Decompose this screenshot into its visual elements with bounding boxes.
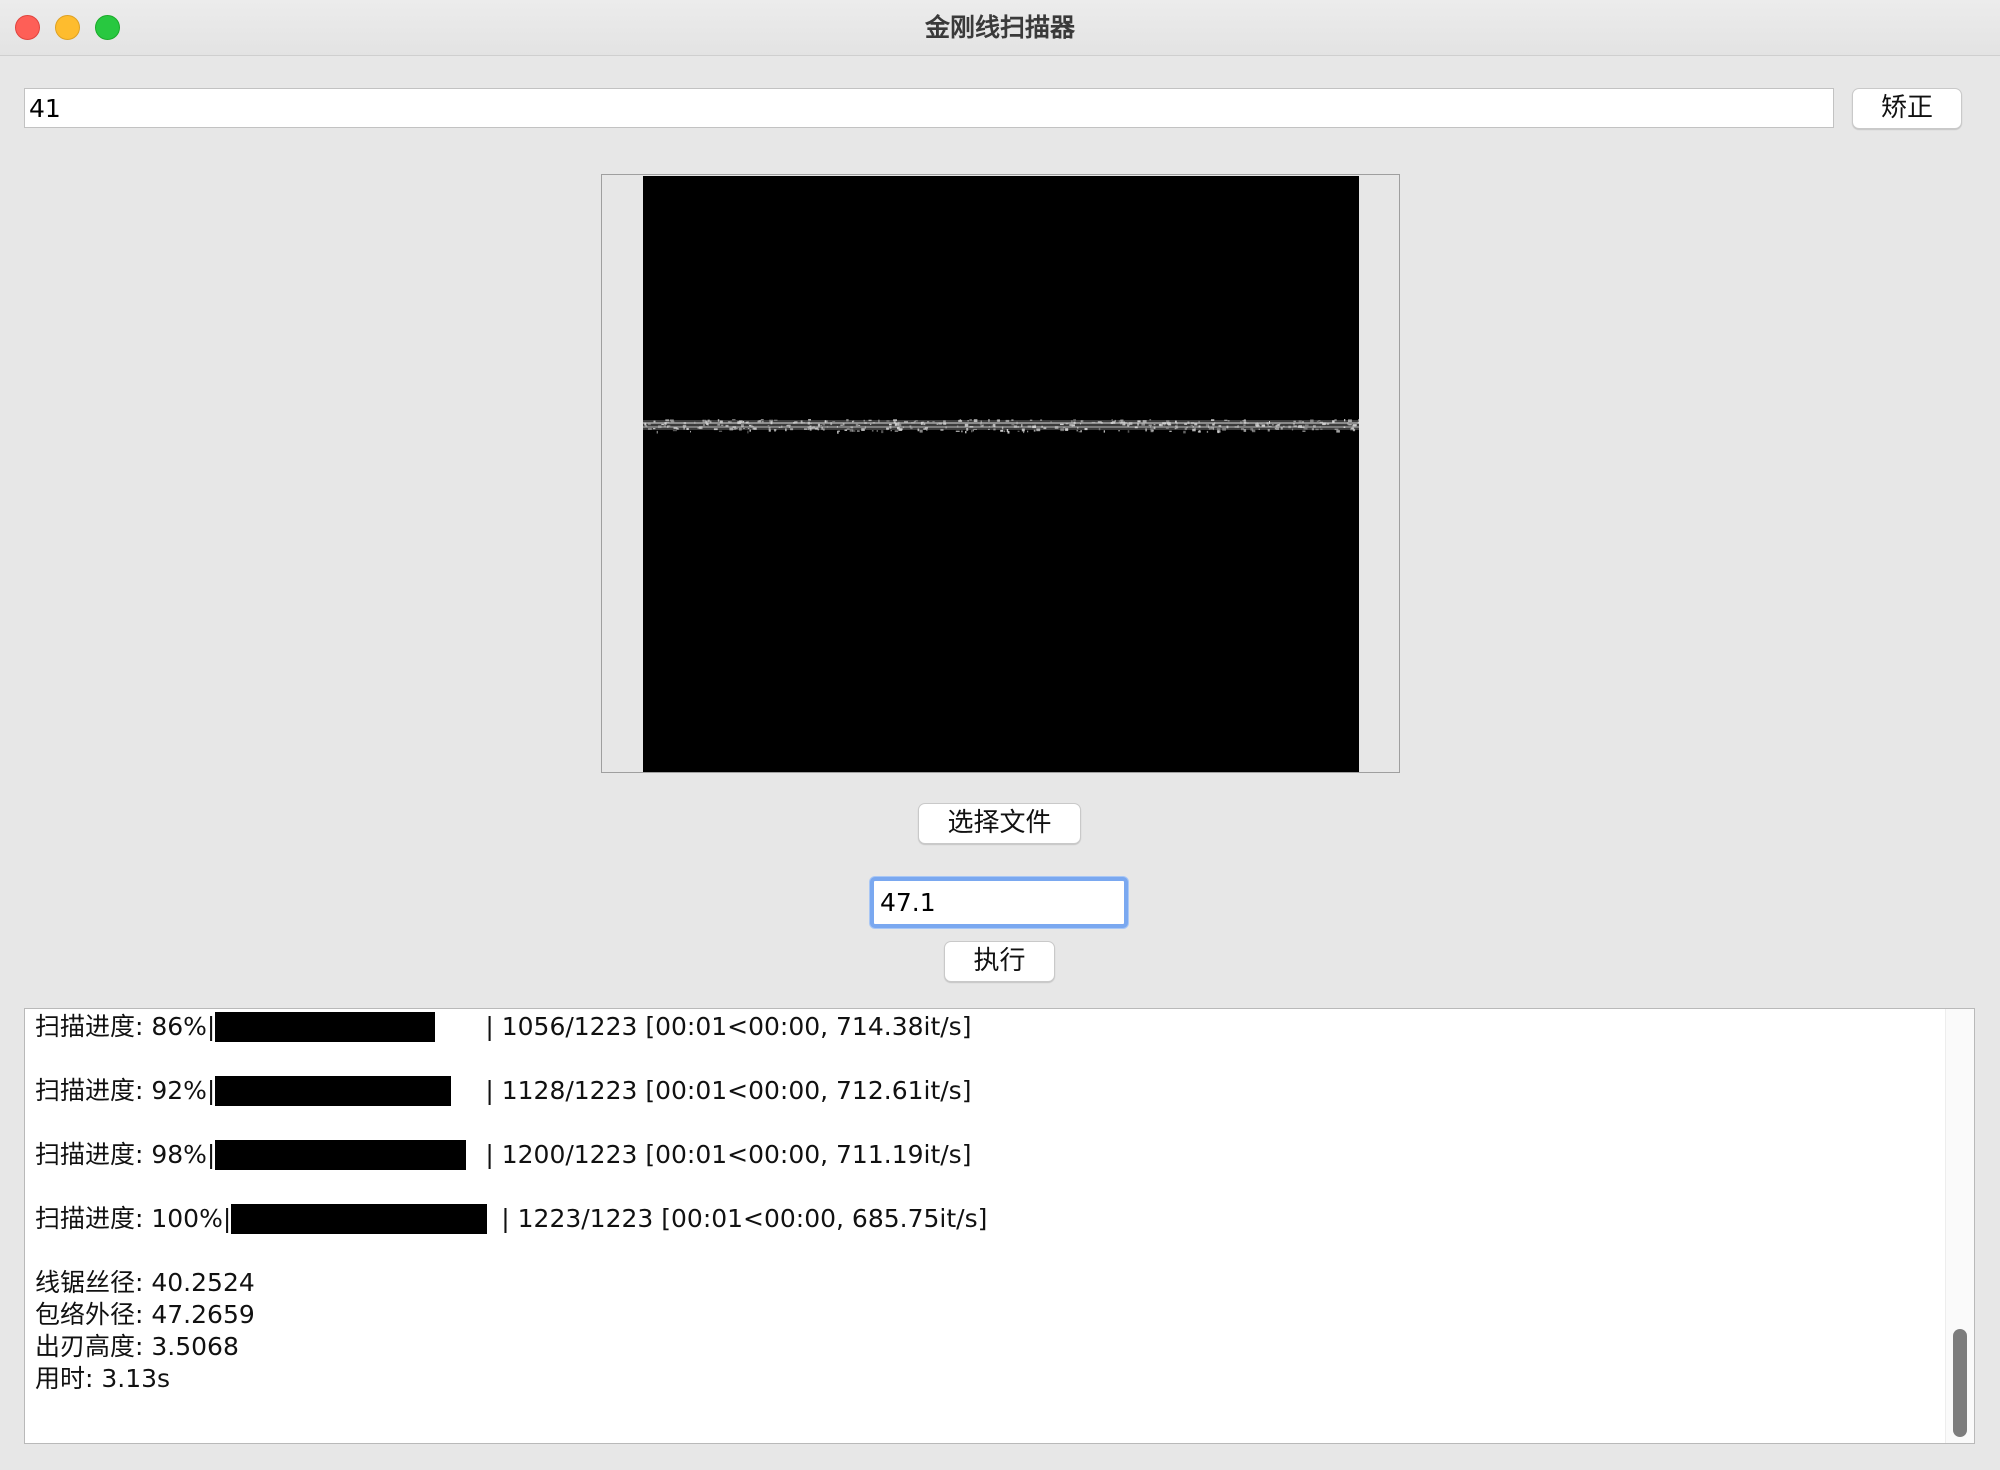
- progress-bar: [215, 1140, 467, 1170]
- progress-suffix: | 1056/1223 [00:01<00:00, 714.38it/s]: [485, 1012, 972, 1041]
- result-wire-diameter: 线锯丝径: 40.2524: [35, 1268, 255, 1297]
- progress-bar: [215, 1012, 436, 1042]
- progress-suffix: | 1223/1223 [00:01<00:00, 685.75it/s]: [501, 1204, 988, 1233]
- wire-strand: [643, 419, 1359, 434]
- wire-scan-image: [643, 176, 1359, 772]
- progress-prefix: 扫描进度: 92%|: [35, 1076, 216, 1105]
- progress-suffix: | 1128/1223 [00:01<00:00, 712.61it/s]: [485, 1076, 972, 1105]
- result-elapsed-time: 用时: 3.13s: [35, 1364, 171, 1393]
- execute-button[interactable]: 执行: [944, 941, 1055, 982]
- progress-line: 扫描进度: 100%| | 1223/1223 [00:01<00:00, 685…: [35, 1203, 987, 1235]
- progress-prefix: 扫描进度: 98%|: [35, 1140, 216, 1169]
- diameter-input[interactable]: [870, 877, 1128, 928]
- correction-input[interactable]: [24, 88, 1834, 128]
- progress-suffix: | 1200/1223 [00:01<00:00, 711.19it/s]: [485, 1140, 972, 1169]
- correct-button[interactable]: 矫正: [1852, 88, 1962, 129]
- progress-bar: [215, 1076, 452, 1106]
- select-file-button[interactable]: 选择文件: [918, 803, 1081, 844]
- progress-line: 扫描进度: 98%| | 1200/1223 [00:01<00:00, 711.…: [35, 1139, 971, 1171]
- output-log[interactable]: 扫描进度: 86%| | 1056/1223 [00:01<00:00, 714.…: [24, 1008, 1975, 1444]
- progress-prefix: 扫描进度: 100%|: [35, 1204, 232, 1233]
- progress-bar: [231, 1204, 488, 1234]
- title-bar: 金刚线扫描器: [0, 0, 2000, 56]
- image-preview-frame: [601, 174, 1400, 773]
- result-envelope-diameter: 包络外径: 47.2659: [35, 1300, 255, 1329]
- window-title: 金刚线扫描器: [924, 13, 1075, 42]
- progress-prefix: 扫描进度: 86%|: [35, 1012, 216, 1041]
- log-scrollbar[interactable]: [1945, 1009, 1974, 1443]
- result-protrusion-height: 出刃高度: 3.5068: [35, 1332, 239, 1361]
- progress-line: 扫描进度: 92%| | 1128/1223 [00:01<00:00, 712.…: [35, 1075, 971, 1107]
- progress-line: 扫描进度: 86%| | 1056/1223 [00:01<00:00, 714.…: [35, 1011, 971, 1043]
- log-scrollbar-thumb[interactable]: [1953, 1329, 1967, 1437]
